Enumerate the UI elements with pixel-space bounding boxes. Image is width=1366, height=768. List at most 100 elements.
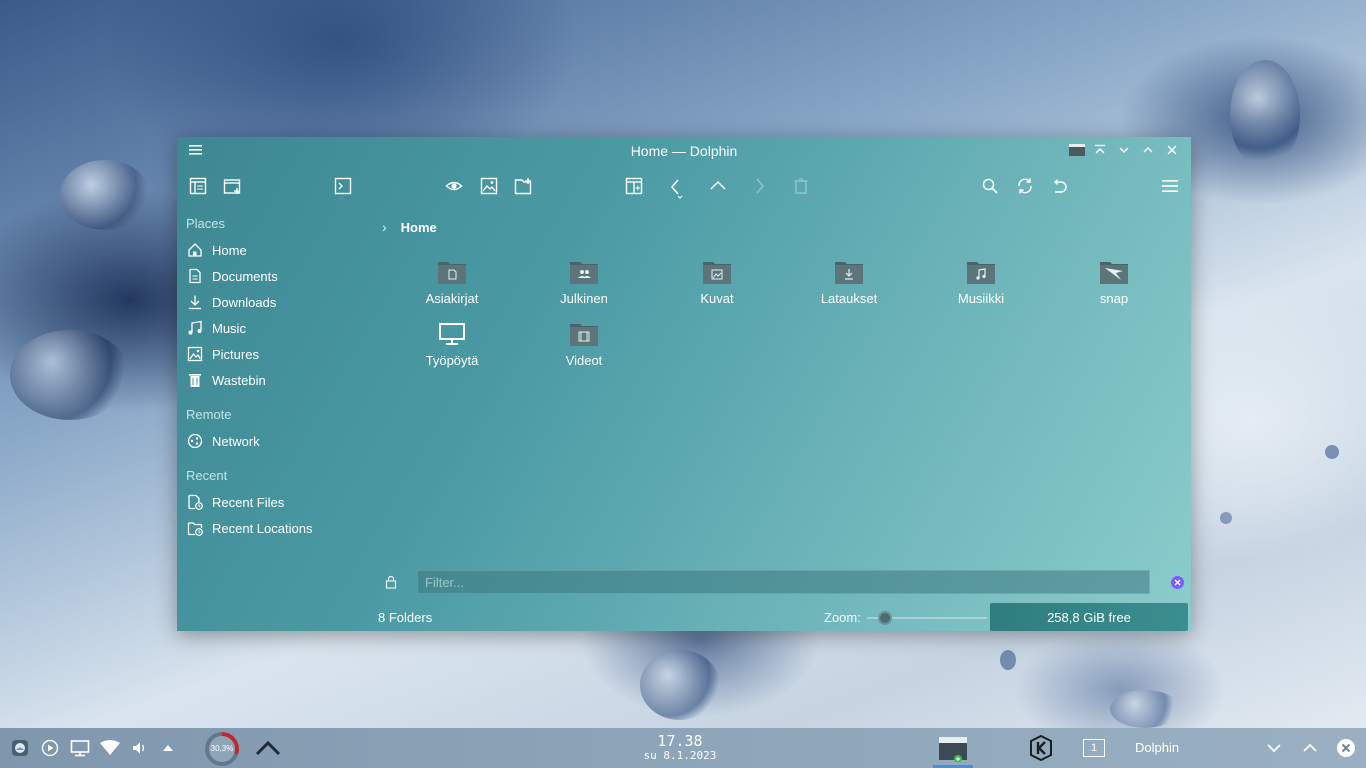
- pictures-icon: [186, 345, 204, 363]
- chevron-right-icon[interactable]: ›: [382, 219, 387, 235]
- volume-icon[interactable]: [130, 738, 150, 758]
- close-icon[interactable]: [1336, 738, 1356, 758]
- places-heading: Places: [186, 216, 226, 231]
- folder-name: Kuvat: [700, 291, 734, 306]
- folder-item[interactable]: Musiikki: [926, 259, 1036, 306]
- recent-heading: Recent: [186, 468, 228, 483]
- lock-icon[interactable]: [384, 575, 398, 589]
- refresh-icon[interactable]: [1015, 177, 1035, 197]
- split-view-icon[interactable]: [624, 177, 644, 197]
- maximize-icon[interactable]: [1139, 142, 1157, 160]
- kde-logo-icon[interactable]: [1028, 735, 1054, 761]
- folder-name: snap: [1099, 291, 1129, 306]
- task-title[interactable]: Dolphin: [1135, 740, 1179, 755]
- breadcrumb[interactable]: › Home: [382, 217, 437, 237]
- network-icon: [186, 432, 204, 450]
- folder-item[interactable]: Lataukset: [794, 259, 904, 306]
- folder-item[interactable]: Julkinen: [529, 259, 639, 306]
- task-dolphin[interactable]: [933, 730, 973, 768]
- breadcrumb-home[interactable]: Home: [401, 220, 437, 235]
- terminal-icon[interactable]: [333, 177, 353, 197]
- sidebar-item-wastebin[interactable]: Wastebin: [186, 369, 366, 391]
- maximize-icon[interactable]: [1300, 738, 1320, 758]
- free-space-indicator[interactable]: 258,8 GiB free: [990, 603, 1188, 631]
- close-icon[interactable]: [1163, 142, 1181, 160]
- desktop-folder-icon: [437, 321, 467, 347]
- trash-icon[interactable]: [791, 177, 811, 197]
- folder-item[interactable]: Asiakirjat: [397, 259, 507, 306]
- downloads-folder-icon: [834, 259, 864, 285]
- folder-item[interactable]: Kuvat: [662, 259, 772, 306]
- documents-icon: [186, 267, 204, 285]
- zoom-slider-handle[interactable]: [878, 611, 892, 625]
- remote-heading: Remote: [186, 407, 232, 422]
- filter-bar: [377, 568, 1187, 598]
- expand-tray-icon[interactable]: [158, 738, 178, 758]
- sidebar-item-network[interactable]: Network: [186, 430, 366, 452]
- display-icon[interactable]: [70, 738, 90, 758]
- music-folder-icon: [966, 259, 996, 285]
- clock-date: su 8.1.2023: [643, 749, 717, 762]
- folder-name: Musiikki: [957, 291, 1005, 306]
- pager-desktop-1[interactable]: 1: [1083, 739, 1105, 757]
- up-icon[interactable]: [708, 177, 728, 197]
- sidebar-item-label: Home: [212, 242, 247, 258]
- status-bar: 8 Folders Zoom: 258,8 GiB free: [177, 602, 1191, 631]
- zoom-label: Zoom:: [824, 610, 861, 625]
- sidebar-item-home[interactable]: Home: [186, 239, 366, 261]
- view-details-icon[interactable]: [188, 177, 208, 197]
- folder-item[interactable]: Työpöytä: [397, 321, 507, 368]
- app-launcher-icon[interactable]: [10, 738, 30, 758]
- search-icon[interactable]: [980, 177, 1000, 197]
- sidebar-item-label: Wastebin: [212, 372, 266, 388]
- sidebar-item-label: Recent Locations: [212, 520, 313, 536]
- minimize-icon[interactable]: [1264, 738, 1284, 758]
- chevron-up-icon[interactable]: [255, 738, 281, 758]
- folder-name: Asiakirjat: [425, 291, 479, 306]
- sidebar-item-label: Recent Files: [212, 494, 285, 510]
- videos-folder-icon: [569, 321, 599, 347]
- app-icon: [1067, 142, 1087, 160]
- sidebar-item-label: Music: [212, 320, 246, 336]
- dolphin-icon: [938, 734, 968, 763]
- toolbar: [177, 173, 1191, 201]
- minimize-icon[interactable]: [1115, 142, 1133, 160]
- preview-icon[interactable]: [444, 177, 464, 197]
- public-folder-icon: [569, 259, 599, 285]
- sidebar-item-label: Network: [212, 433, 260, 449]
- hamburger-menu-icon[interactable]: [1160, 177, 1180, 197]
- back-icon[interactable]: [666, 177, 686, 199]
- sidebar-item-recent-files[interactable]: Recent Files: [186, 491, 366, 513]
- sidebar-item-music[interactable]: Music: [186, 317, 366, 339]
- sidebar-item-pictures[interactable]: Pictures: [186, 343, 366, 365]
- folder-item[interactable]: Videot: [529, 321, 639, 368]
- wifi-icon[interactable]: [100, 738, 120, 758]
- wastebin-icon: [186, 371, 204, 389]
- titlebar[interactable]: Home — Dolphin: [177, 137, 1191, 165]
- sidebar-item-label: Documents: [212, 268, 278, 284]
- sidebar-item-label: Downloads: [212, 294, 277, 310]
- sidebar-item-recent-locations[interactable]: Recent Locations: [186, 517, 366, 539]
- documents-folder-icon: [437, 259, 467, 285]
- keep-above-icon[interactable]: [1091, 142, 1109, 160]
- new-tab-icon[interactable]: [222, 177, 242, 197]
- pictures-folder-icon: [702, 259, 732, 285]
- media-play-icon[interactable]: [40, 738, 60, 758]
- recent-locations-icon: [186, 519, 204, 537]
- downloads-icon: [186, 293, 204, 311]
- cpu-load-monitor[interactable]: 30,3%: [205, 732, 239, 766]
- sidebar-item-downloads[interactable]: Downloads: [186, 291, 366, 313]
- digital-clock[interactable]: 17.38 su 8.1.2023: [630, 732, 730, 762]
- clear-icon[interactable]: [1171, 576, 1184, 589]
- folder-name: Julkinen: [560, 291, 608, 306]
- filter-input[interactable]: [417, 570, 1150, 594]
- image-icon[interactable]: [479, 177, 499, 197]
- new-folder-icon[interactable]: [513, 177, 533, 197]
- snap-folder-icon: [1099, 259, 1129, 285]
- dolphin-window: Home — Dolphin Places Home Documents Dow…: [177, 137, 1191, 631]
- forward-icon[interactable]: [750, 177, 770, 197]
- sidebar-item-documents[interactable]: Documents: [186, 265, 366, 287]
- home-icon: [186, 241, 204, 259]
- undo-icon[interactable]: [1049, 177, 1069, 197]
- folder-item[interactable]: snap: [1059, 259, 1169, 306]
